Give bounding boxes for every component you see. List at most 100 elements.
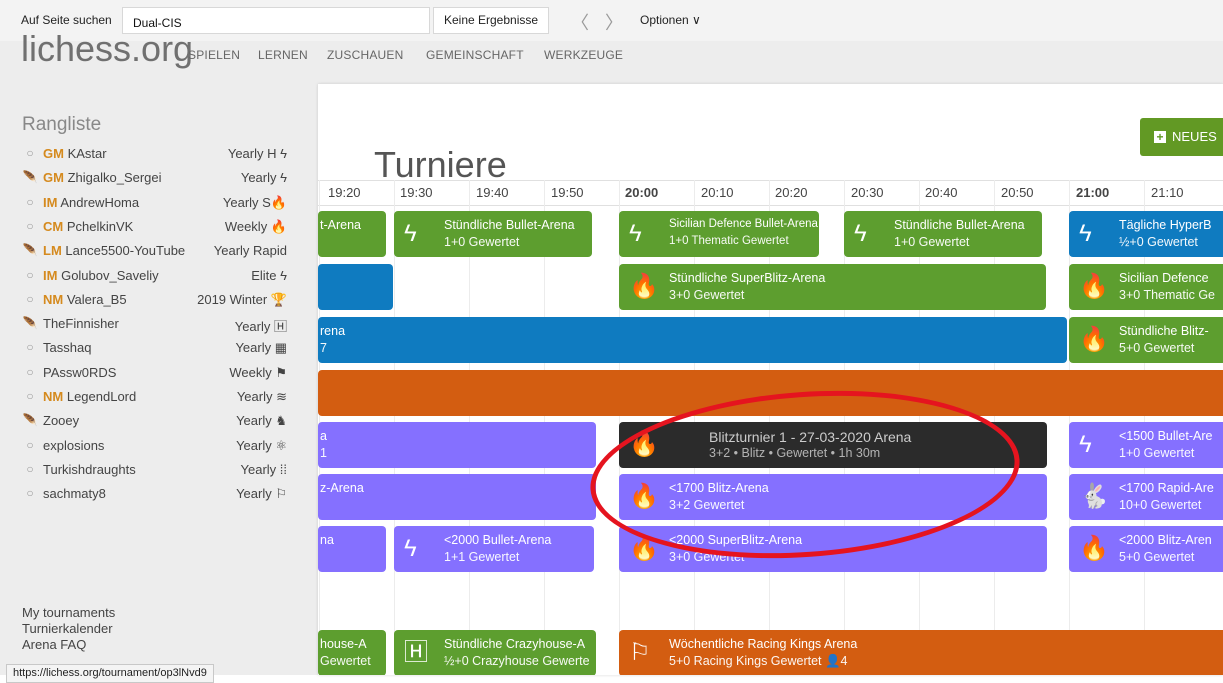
player-username[interactable]: Tasshaq [43,340,91,355]
tournament-won[interactable]: Yearly ⚐ [236,486,287,502]
tournament-won[interactable]: Yearly ♞ [236,413,287,429]
leaderboard-row[interactable]: ○ IM AndrewHoma Yearly S🔥 [22,192,287,216]
tournament-bar[interactable]: 🔥 <1700 Blitz-Arena 3+2 Gewertet [619,474,1047,520]
player-name[interactable]: LM Lance5500-YouTube [43,243,185,258]
tournament-won[interactable]: Yearly H ϟ [228,146,287,161]
leaderboard-row[interactable]: ○ Turkishdraughts Yearly ⁞⁞ [22,459,287,483]
find-next-button[interactable]: 〉 [605,9,623,35]
player-name[interactable]: Zooey [43,413,79,428]
tournament-won[interactable]: Weekly 🔥 [225,219,287,235]
player-username[interactable]: KAstar [68,146,107,161]
leaderboard-row[interactable]: ○ explosions Yearly ⚛ [22,435,287,459]
player-username[interactable]: Valera_B5 [67,292,127,307]
player-username[interactable]: Golubov_Saveliy [61,268,159,283]
tournament-bar[interactable]: ⚐ Wöchentliche Racing Kings Arena 5+0 Raci… [619,630,1223,675]
nav-community[interactable]: GEMEINSCHAFT [426,48,524,62]
find-input[interactable]: Dual-CIS [122,7,430,34]
tournament-won[interactable]: 2019 Winter 🏆 [197,292,287,308]
tournament-bar[interactable]: ϟ <1500 Bullet-Are 1+0 Gewertet [1069,422,1223,468]
leaderboard-row[interactable]: ○ NM LegendLord Yearly ≋ [22,386,287,410]
leaderboard-row[interactable]: ○ NM Valera_B5 2019 Winter 🏆 [22,289,287,313]
tournament-bar[interactable]: 🔥 Stündliche Blitz- 5+0 Gewertet [1069,317,1223,363]
tournament-bar[interactable]: a1 [318,422,596,468]
tournament-won[interactable]: Yearly Rapid [214,243,287,258]
link-arena-faq[interactable]: Arena FAQ [22,637,115,653]
player-name[interactable]: Turkishdraughts [43,462,136,477]
leaderboard-row[interactable]: ○ PAssw0RDS Weekly ⚑ [22,362,287,386]
player-username[interactable]: PAssw0RDS [43,365,116,380]
player-name[interactable]: NM Valera_B5 [43,292,127,307]
player-username[interactable]: AndrewHoma [60,195,139,210]
tournament-bar[interactable]: 🔥 <2000 SuperBlitz-Arena 3+0 Gewertet [619,526,1047,572]
player-name[interactable]: NM LegendLord [43,389,136,404]
player-username[interactable]: explosions [43,438,104,453]
leaderboard-row[interactable]: ○ Tasshaq Yearly ▦ [22,337,287,361]
tournament-bar[interactable]: ϟ Stündliche Bullet-Arena 1+0 Gewertet [394,211,592,257]
link-my-tournaments[interactable]: My tournaments [22,605,115,621]
tournament-bar[interactable] [318,264,393,310]
tournament-bar[interactable]: 🄷 Stündliche Crazyhouse-A ½+0 Crazyhouse G… [394,630,596,675]
leaderboard-row[interactable]: ○ CM PchelkinVK Weekly 🔥 [22,216,287,240]
leaderboard-row[interactable]: ○ GM KAstar Yearly H ϟ [22,143,287,167]
find-options-button[interactable]: Optionen ∨ [640,13,701,27]
player-username[interactable]: Zooey [43,413,79,428]
site-logo[interactable]: lichess.org [21,33,193,71]
leaderboard-row[interactable]: 🪶 LM Lance5500-YouTube Yearly Rapid [22,240,287,264]
tournament-won[interactable]: Yearly S🔥 [223,195,287,211]
player-name[interactable]: Tasshaq [43,340,91,355]
nav-learn[interactable]: LERNEN [258,48,308,62]
tournament-won[interactable]: Weekly ⚑ [229,365,287,381]
tournament-bar[interactable]: 🔥 Stündliche SuperBlitz-Arena 3+0 Gewertet [619,264,1046,310]
tournament-won[interactable]: Yearly ⁞⁞ [241,462,288,477]
player-username[interactable]: PchelkinVK [67,219,133,234]
tournament-bar[interactable]: ϟ Tägliche HyperB ½+0 Gewertet [1069,211,1223,257]
nav-play[interactable]: SPIELEN [188,48,240,62]
tournament-bar[interactable]: ϟ Sicilian Defence Bullet-Arena 1+0 Themat… [619,211,819,257]
tournament-bar[interactable]: rena 7 [318,317,1067,363]
tournament-won[interactable]: Yearly ⚛ [236,438,287,454]
tournament-won[interactable]: Yearly ▦ [235,340,287,356]
leaderboard-row[interactable]: 🪶 Zooey Yearly ♞ [22,410,287,434]
player-name[interactable]: explosions [43,438,104,453]
bullet-icon: ϟ [629,220,642,247]
tournament-bar[interactable]: 🔥 Sicilian Defence 3+0 Thematic Ge [1069,264,1223,310]
nav-tools[interactable]: WERKZEUGE [544,48,623,62]
tournament-bar[interactable]: z-Arena [318,474,596,520]
player-name[interactable]: PAssw0RDS [43,365,116,380]
tournament-bar[interactable]: t-Arena [318,211,386,257]
player-name[interactable]: TheFinnisher [43,316,119,331]
tournament-bar[interactable]: 🐇 <1700 Rapid-Are 10+0 Gewertet [1069,474,1223,520]
player-username[interactable]: LegendLord [67,389,136,404]
player-username[interactable]: sachmaty8 [43,486,106,501]
tournament-bar[interactable]: 🔥 <2000 Blitz-Aren 5+0 Gewertet [1069,526,1223,572]
tournament-won[interactable]: Yearly 🄷 [235,316,287,335]
tournament-won[interactable]: Yearly ≋ [237,389,287,405]
player-username[interactable]: Zhigalko_Sergei [68,170,162,185]
leaderboard-row[interactable]: ○ sachmaty8 Yearly ⚐ [22,483,287,507]
player-username[interactable]: Turkishdraughts [43,462,136,477]
player-name[interactable]: sachmaty8 [43,486,106,501]
tournament-won[interactable]: Elite ϟ [251,268,287,283]
tournament-bar-featured[interactable]: 🔥 Blitzturnier 1 - 27-03-2020 Arena 3+2 • … [619,422,1047,468]
tournament-bar[interactable] [318,370,1223,416]
bullet-icon: ϟ [1079,220,1092,247]
player-username[interactable]: TheFinnisher [43,316,119,331]
player-name[interactable]: GM KAstar [43,146,107,161]
player-name[interactable]: CM PchelkinVK [43,219,133,234]
link-tournament-calendar[interactable]: Turnierkalender [22,621,115,637]
player-name[interactable]: IM Golubov_Saveliy [43,268,159,283]
player-name[interactable]: GM Zhigalko_Sergei [43,170,162,185]
tournament-won[interactable]: Yearly ϟ [241,170,287,185]
nav-watch[interactable]: ZUSCHAUEN [327,48,403,62]
leaderboard-row[interactable]: ○ IM Golubov_Saveliy Elite ϟ [22,265,287,289]
tournament-bar[interactable]: ϟ <2000 Bullet-Arena 1+1 Gewertet [394,526,594,572]
player-name[interactable]: IM AndrewHoma [43,195,139,210]
tournament-bar[interactable]: ϟ Stündliche Bullet-Arena 1+0 Gewertet [844,211,1042,257]
leaderboard-row[interactable]: 🪶 TheFinnisher Yearly 🄷 [22,313,287,337]
tournament-bar[interactable]: na [318,526,386,572]
tournament-bar[interactable]: house-A Gewertet [318,630,386,675]
leaderboard-row[interactable]: 🪶 GM Zhigalko_Sergei Yearly ϟ [22,167,287,191]
new-tournament-button[interactable]: + NEUES [1140,118,1223,156]
find-previous-button[interactable]: 〈 [571,9,589,35]
player-username[interactable]: Lance5500-YouTube [65,243,185,258]
